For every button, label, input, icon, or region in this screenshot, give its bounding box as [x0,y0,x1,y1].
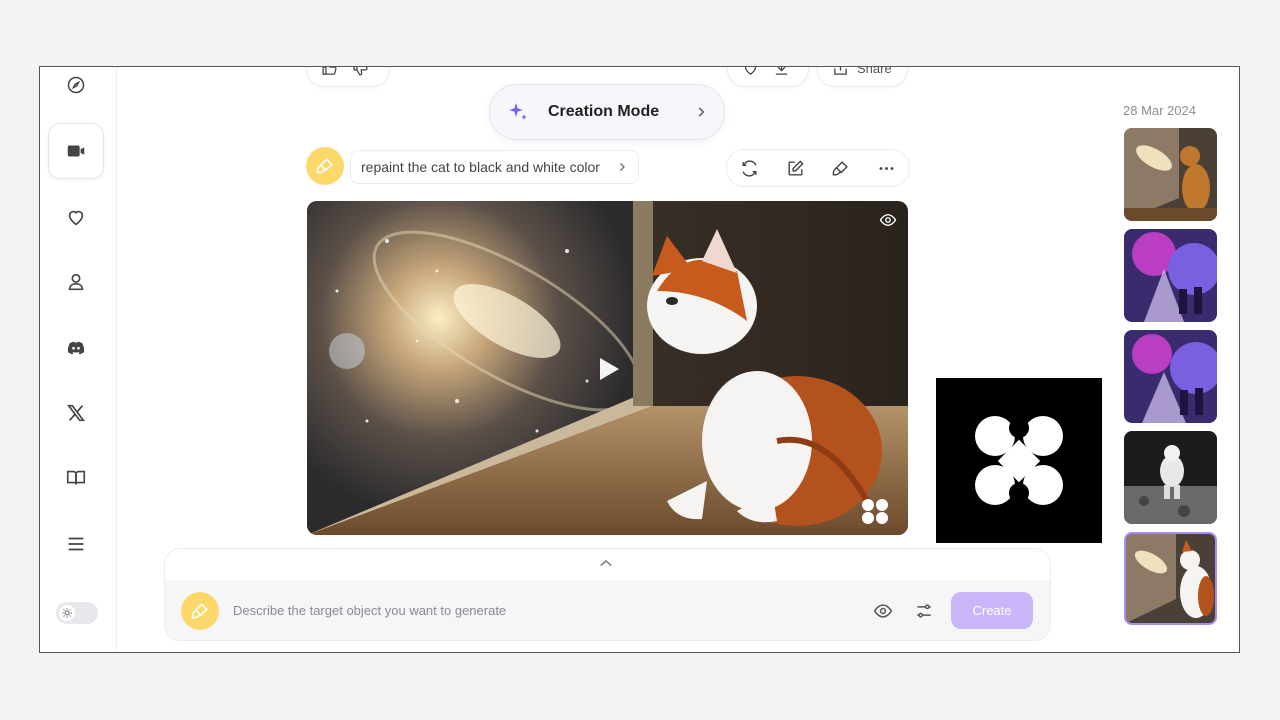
feedback-toolbar [306,66,390,87]
x-icon [67,404,85,422]
heart-icon [68,210,84,226]
creation-mode-button[interactable]: Creation Mode [489,84,725,140]
sidebar-item-profile[interactable] [48,254,104,310]
share-icon [834,67,847,75]
visibility-icon[interactable] [879,211,897,234]
sidebar-item-discord[interactable] [48,320,104,376]
thumbs-down-icon[interactable] [352,66,369,77]
brush-avatar [306,147,344,185]
history-thumbnail[interactable] [1124,330,1217,423]
sidebar-item-docs[interactable] [48,450,104,506]
brand-logo [936,378,1102,543]
history-thumbnail[interactable] [1124,431,1217,524]
eye-icon[interactable] [873,601,893,621]
share-label: Share [857,66,892,76]
image-actions [726,149,910,187]
sidebar-item-menu[interactable] [48,516,104,572]
history-thumbnail-selected[interactable] [1124,532,1217,625]
sidebar [40,67,117,652]
theme-toggle[interactable] [56,602,98,624]
more-icon[interactable] [877,159,896,178]
sparkle-icon [509,103,527,120]
brush-icon[interactable] [831,159,850,178]
download-icon[interactable] [773,66,790,77]
generated-video-preview[interactable] [307,201,908,535]
creation-mode-label: Creation Mode [548,103,660,120]
sidebar-item-favorites[interactable] [48,189,104,245]
app-window: Share Creation Mode repaint the cat to b… [39,66,1240,653]
menu-icon [68,537,84,551]
refresh-icon[interactable] [740,159,759,178]
play-icon[interactable] [597,356,621,387]
watermark-logo-icon [858,497,894,530]
create-button[interactable]: Create [951,592,1033,629]
share-button[interactable]: Share [817,66,908,87]
prompt-input[interactable]: Describe the target object you want to g… [233,580,506,640]
input-bar: Describe the target object you want to g… [165,580,1050,640]
chevron-right-icon [698,107,705,117]
prompt-text: repaint the cat to black and white color [361,159,600,175]
chevron-up-icon[interactable] [598,557,614,569]
sun-icon [59,605,75,621]
heart-outline-icon[interactable] [742,66,759,77]
chevron-right-icon [619,163,625,171]
user-icon [68,273,84,291]
history-date: 28 Mar 2024 [1123,103,1196,118]
save-toolbar [727,66,809,87]
prompt-chip[interactable]: repaint the cat to black and white color [350,150,639,184]
thumbs-up-icon[interactable] [321,66,338,77]
settings-sliders-icon[interactable] [914,601,934,621]
sidebar-item-explore[interactable] [48,67,104,113]
history-thumbnail[interactable] [1124,128,1217,221]
brush-icon [191,603,208,619]
compass-icon [67,76,85,94]
video-icon [67,145,85,157]
prompt-input-panel: Describe the target object you want to g… [164,548,1051,641]
edit-icon[interactable] [786,159,805,178]
brush-icon [316,158,333,174]
discord-icon [67,341,85,355]
sidebar-item-video[interactable] [48,123,104,179]
sidebar-item-x[interactable] [48,385,104,441]
book-icon [66,470,86,485]
history-thumbnail[interactable] [1124,229,1217,322]
brush-avatar [181,592,219,630]
